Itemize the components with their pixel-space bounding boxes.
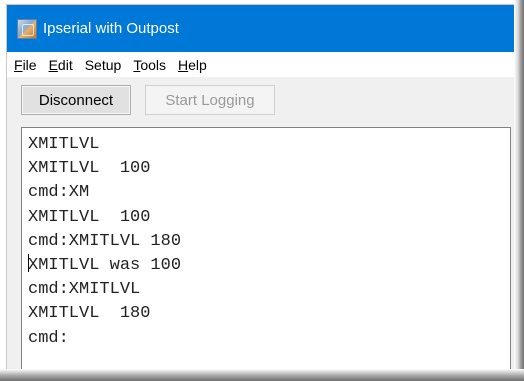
menu-tools[interactable]: Tools	[128, 57, 171, 73]
menu-edit[interactable]: Edit	[44, 57, 78, 73]
title-bar[interactable]: Ipserial with Outpost	[7, 5, 517, 52]
menu-file[interactable]: File	[9, 57, 42, 73]
app-icon	[17, 18, 37, 39]
window-title: Ipserial with Outpost	[43, 20, 179, 37]
terminal-output[interactable]: XMITLVL XMITLVL 100 cmd:XM XMITLVL 100 c…	[21, 127, 511, 377]
disconnect-button[interactable]: Disconnect	[21, 85, 131, 115]
terminal-line-text: XMITLVL was 100	[28, 256, 182, 276]
page-edge-shadow-bottom	[0, 369, 524, 381]
terminal-line: cmd:	[28, 328, 69, 348]
terminal-line: cmd:XMITLVL	[28, 280, 141, 300]
toolbar: Disconnect Start Logging	[7, 77, 517, 125]
terminal-line: XMITLVL 180	[28, 304, 151, 324]
page-edge-shadow-right	[514, 0, 524, 381]
menu-bar: File Edit Setup Tools Help	[7, 52, 517, 77]
terminal-line: cmd:XMITLVL 180	[28, 231, 182, 251]
menu-setup[interactable]: Setup	[80, 57, 127, 73]
terminal-line: XMITLVL 100	[28, 207, 151, 227]
terminal-line: cmd:XM	[28, 183, 90, 203]
terminal-line: XMITLVL	[28, 135, 100, 154]
start-logging-button[interactable]: Start Logging	[145, 85, 275, 115]
menu-help[interactable]: Help	[173, 57, 212, 73]
app-window: Ipserial with Outpost File Edit Setup To…	[6, 4, 518, 378]
terminal-line: XMITLVL 100	[28, 159, 151, 179]
terminal-line-with-caret: XMITLVL was 100	[28, 254, 510, 278]
